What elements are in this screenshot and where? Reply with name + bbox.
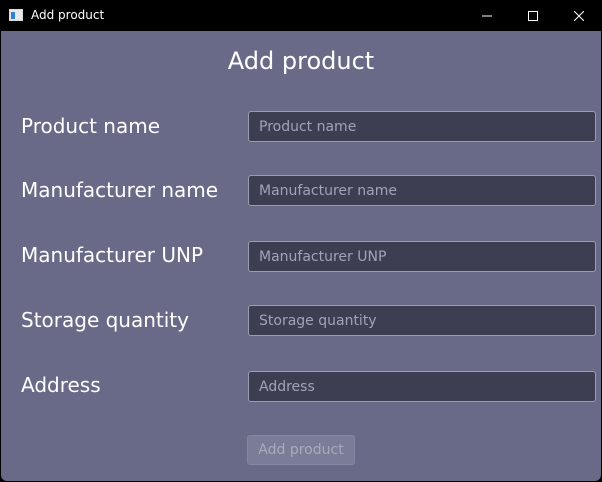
- manufacturer-unp-input[interactable]: [248, 241, 596, 272]
- window-title: Add product: [31, 8, 105, 22]
- minimize-button[interactable]: [464, 0, 510, 31]
- close-icon: [574, 10, 584, 21]
- storage-quantity-input[interactable]: [248, 305, 596, 336]
- maximize-button[interactable]: [510, 0, 556, 31]
- address-input[interactable]: [248, 371, 596, 402]
- app-window-icon: [9, 9, 23, 21]
- title-bar[interactable]: Add product: [0, 0, 602, 31]
- page-title: Add product: [227, 47, 375, 75]
- form-panel: Add product Product name Manufacturer na…: [1, 31, 601, 481]
- manufacturer-name-label: Manufacturer name: [21, 178, 219, 202]
- product-name-label: Product name: [21, 114, 161, 138]
- manufacturer-unp-label: Manufacturer UNP: [21, 243, 204, 267]
- address-label: Address: [21, 373, 101, 397]
- app-window: Add product Add product Product name Man…: [0, 0, 602, 482]
- close-button[interactable]: [556, 0, 602, 31]
- manufacturer-name-input[interactable]: [248, 175, 596, 206]
- minimize-icon: [482, 15, 492, 16]
- storage-quantity-label: Storage quantity: [21, 308, 189, 332]
- product-name-input[interactable]: [248, 111, 596, 142]
- add-product-button[interactable]: Add product: [247, 435, 355, 465]
- maximize-icon: [528, 10, 538, 21]
